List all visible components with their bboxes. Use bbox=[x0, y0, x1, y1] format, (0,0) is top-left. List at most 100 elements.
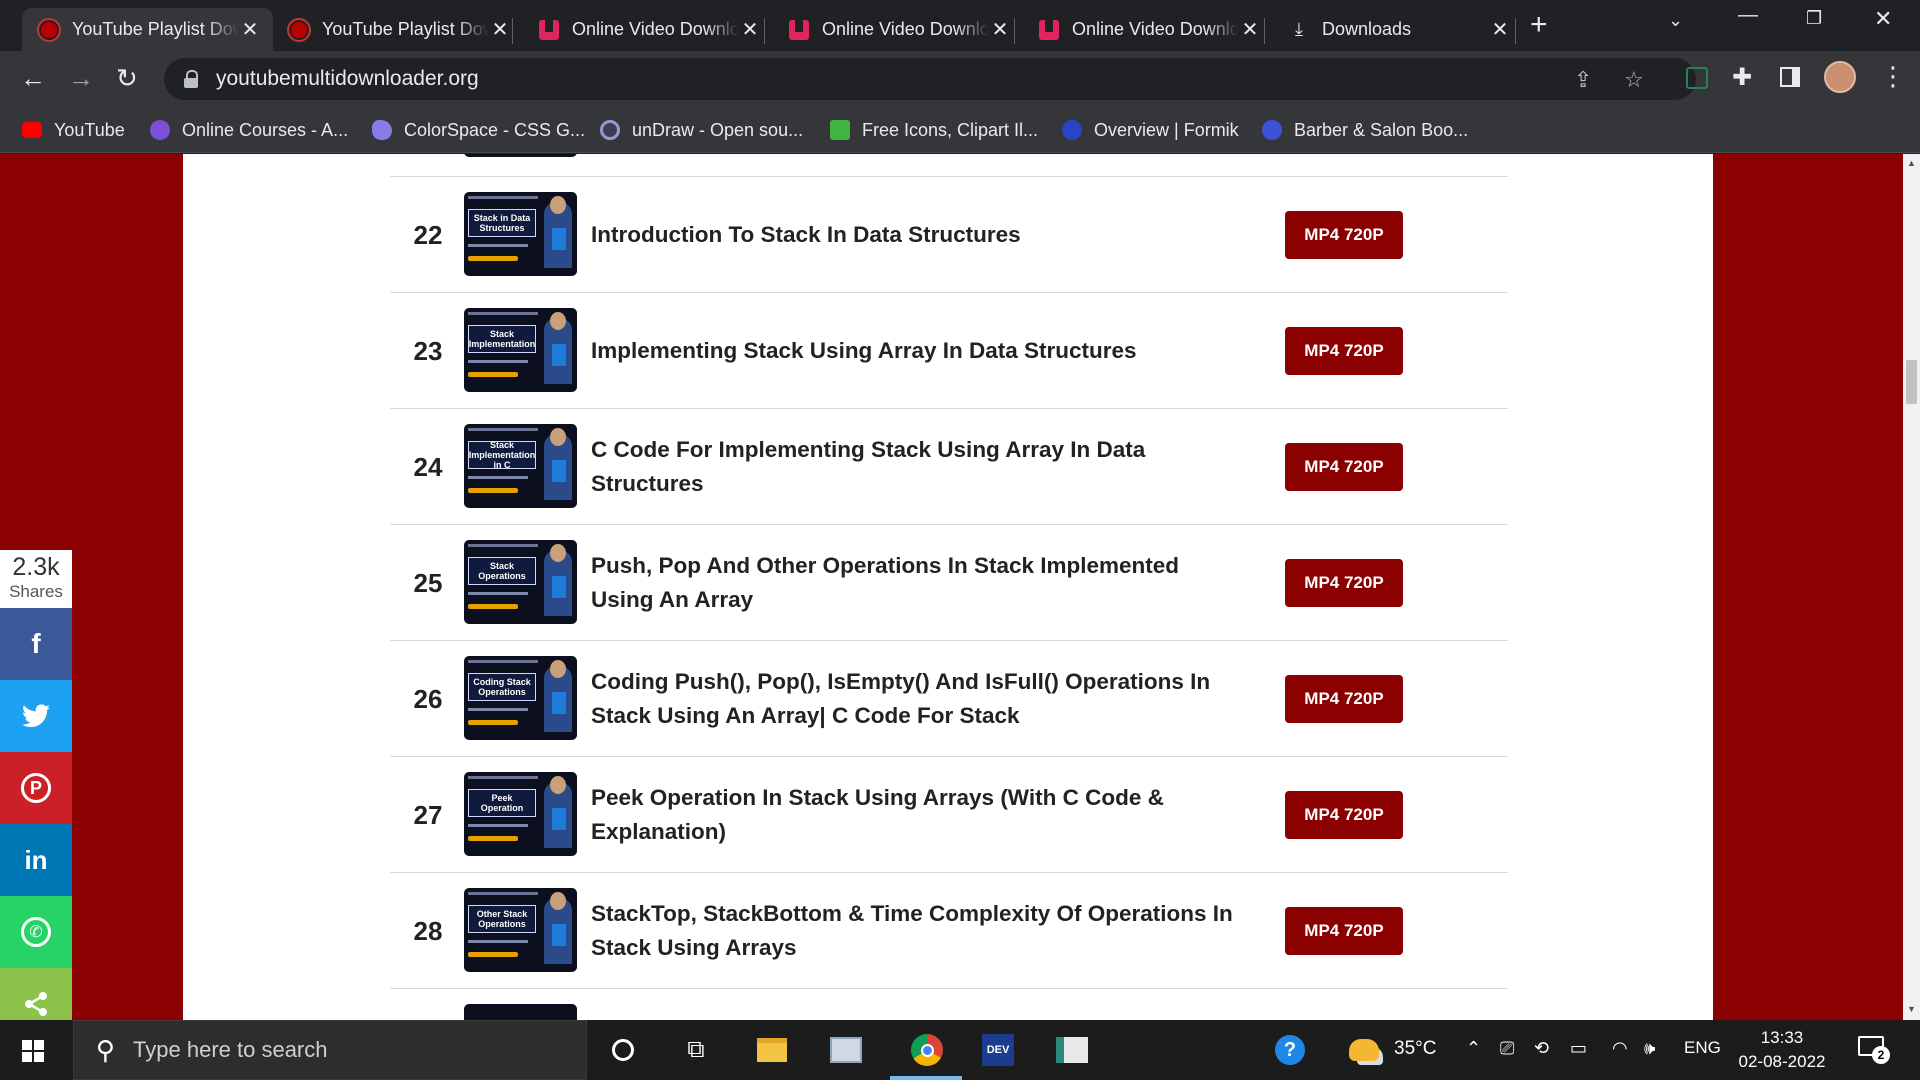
more-share-button[interactable] bbox=[0, 968, 72, 1020]
address-bar[interactable]: youtubemultidownloader.org ⇪ ☆ bbox=[164, 58, 1696, 100]
close-tab-icon[interactable]: ✕ bbox=[489, 17, 511, 42]
mp4-720p-button[interactable]: MP4 720P bbox=[1285, 675, 1403, 723]
search-icon: ⚲ bbox=[96, 1034, 116, 1065]
mp4-720p-button[interactable]: MP4 720P bbox=[1285, 327, 1403, 375]
tab-4[interactable]: Online Video Downloader ✕ bbox=[1022, 8, 1273, 51]
extensions-puzzle-icon[interactable]: ✚ bbox=[1732, 63, 1752, 92]
scroll-down-arrow-icon[interactable]: ▼ bbox=[1907, 1004, 1916, 1014]
close-tab-icon[interactable]: ✕ bbox=[739, 17, 761, 42]
close-tab-icon[interactable]: ✕ bbox=[1489, 17, 1511, 42]
forward-button[interactable]: → bbox=[68, 63, 94, 93]
thumbnail-caption: Other Stack Operations bbox=[468, 905, 536, 933]
video-thumbnail[interactable]: Other Stack Operations bbox=[464, 888, 577, 972]
help-icon[interactable]: ? bbox=[1270, 1030, 1310, 1070]
video-number: 28 bbox=[413, 915, 443, 946]
bookmark-barber-salon[interactable]: Barber & Salon Boo... bbox=[1262, 114, 1468, 146]
video-thumbnail[interactable] bbox=[464, 154, 577, 157]
volume-icon[interactable]: 🕪 bbox=[1644, 1038, 1655, 1059]
weather-temperature[interactable]: 35°C bbox=[1394, 1038, 1436, 1060]
share-page-icon[interactable]: ⇪ bbox=[1574, 67, 1592, 93]
system-clock[interactable]: 13:33 02-08-2022 bbox=[1730, 1026, 1834, 1074]
file-explorer-icon[interactable] bbox=[752, 1030, 792, 1070]
mp4-720p-button[interactable]: MP4 720P bbox=[1285, 211, 1403, 259]
cortana-icon[interactable] bbox=[603, 1030, 643, 1070]
bookmark-free-icons[interactable]: Free Icons, Clipart Il... bbox=[830, 114, 1038, 146]
bookmark-label: YouTube bbox=[54, 119, 125, 140]
tab-divider bbox=[1014, 18, 1015, 44]
input-language[interactable]: ENG bbox=[1684, 1038, 1721, 1058]
back-button[interactable]: ← bbox=[20, 63, 46, 93]
linkedin-share-button[interactable]: in bbox=[0, 824, 72, 896]
notification-count: 2 bbox=[1872, 1046, 1890, 1064]
wifi-icon[interactable]: ◠ bbox=[1612, 1038, 1628, 1059]
side-panel-icon[interactable] bbox=[1780, 67, 1800, 87]
page-scrollbar[interactable]: ▲ ▼ bbox=[1903, 154, 1920, 1020]
show-hidden-icons-icon[interactable]: ⌃ bbox=[1466, 1038, 1481, 1059]
notification-center-icon[interactable]: 2 bbox=[1858, 1034, 1890, 1064]
video-downloader-icon bbox=[1038, 19, 1060, 41]
twitter-share-button[interactable] bbox=[0, 680, 72, 752]
bookmark-youtube[interactable]: YouTube bbox=[22, 114, 125, 146]
tab-title: Online Video Downloader bbox=[822, 19, 989, 39]
video-downloader-icon bbox=[538, 19, 560, 41]
url-text[interactable]: youtubemultidownloader.org bbox=[216, 67, 479, 91]
bookmark-online-courses[interactable]: Online Courses - A... bbox=[150, 114, 348, 146]
mp4-720p-button[interactable]: MP4 720P bbox=[1285, 907, 1403, 955]
mp4-720p-button[interactable]: MP4 720P bbox=[1285, 791, 1403, 839]
minimize-button[interactable]: — bbox=[1738, 4, 1758, 27]
facebook-share-button[interactable]: f bbox=[0, 608, 72, 680]
active-app-indicator bbox=[890, 1076, 962, 1080]
cloud-sync-icon[interactable]: ⟲ bbox=[1534, 1038, 1549, 1059]
tab-divider bbox=[1515, 18, 1516, 44]
restore-button[interactable]: ❐ bbox=[1806, 8, 1822, 29]
bookmark-formik[interactable]: Overview | Formik bbox=[1062, 114, 1239, 146]
close-window-button[interactable]: ✕ bbox=[1874, 6, 1892, 32]
tab-3[interactable]: Online Video Downloader ✕ bbox=[772, 8, 1023, 51]
mp4-720p-button[interactable]: MP4 720P bbox=[1285, 559, 1403, 607]
windows-start-icon[interactable] bbox=[22, 1040, 44, 1062]
extension-icon[interactable] bbox=[1686, 67, 1708, 89]
tab-5[interactable]: ⤓ Downloads ✕ bbox=[1272, 8, 1523, 51]
menu-icon[interactable]: ⋮ bbox=[1880, 61, 1906, 91]
system-monitor-icon[interactable] bbox=[826, 1030, 866, 1070]
tab-0[interactable]: YouTube Playlist Downloader ✕ bbox=[22, 8, 273, 51]
tab-search-icon[interactable]: ⌄ bbox=[1668, 10, 1683, 31]
video-thumbnail[interactable]: Peek Operation bbox=[464, 772, 577, 856]
video-thumbnail[interactable]: Stack Operations bbox=[464, 540, 577, 624]
mp4-720p-button[interactable]: MP4 720P bbox=[1285, 443, 1403, 491]
video-thumbnail[interactable] bbox=[464, 1004, 577, 1020]
meet-now-icon[interactable]: ⎚ bbox=[1500, 1038, 1514, 1059]
video-thumbnail[interactable]: Coding Stack Operations bbox=[464, 656, 577, 740]
tab-1[interactable]: YouTube Playlist Downloader ✕ bbox=[272, 8, 523, 51]
avatar[interactable] bbox=[1824, 61, 1856, 93]
dev-cpp-icon[interactable]: DEV bbox=[978, 1030, 1018, 1070]
close-tab-icon[interactable]: ✕ bbox=[239, 17, 261, 42]
tab-title: YouTube Playlist Downloader bbox=[72, 19, 239, 39]
chrome-icon[interactable] bbox=[904, 1030, 950, 1070]
task-view-icon[interactable]: ⧉ bbox=[676, 1030, 716, 1070]
new-tab-button[interactable]: + bbox=[1530, 10, 1548, 40]
bookmark-colorspace[interactable]: ColorSpace - CSS G... bbox=[372, 114, 585, 146]
twitter-icon bbox=[22, 704, 50, 728]
close-tab-icon[interactable]: ✕ bbox=[989, 17, 1011, 42]
close-tab-icon[interactable]: ✕ bbox=[1239, 17, 1261, 42]
bookmark-label: Overview | Formik bbox=[1094, 119, 1239, 140]
video-thumbnail[interactable]: Stack in Data Structures bbox=[464, 192, 577, 276]
bookmark-star-icon[interactable]: ☆ bbox=[1624, 67, 1644, 93]
whatsapp-share-button[interactable]: ✆ bbox=[0, 896, 72, 968]
pinterest-share-button[interactable]: P bbox=[0, 752, 72, 824]
video-thumbnail[interactable]: Stack Implementation bbox=[464, 308, 577, 392]
scroll-up-arrow-icon[interactable]: ▲ bbox=[1907, 158, 1916, 168]
video-thumbnail[interactable]: Stack Implementation in C bbox=[464, 424, 577, 508]
lock-icon[interactable] bbox=[184, 70, 198, 88]
taskbar-search-input[interactable]: ⚲ Type here to search bbox=[73, 1020, 587, 1080]
list-item: 25 Stack Operations Push, Pop And Other … bbox=[390, 525, 1508, 641]
weather-icon[interactable] bbox=[1344, 1030, 1384, 1070]
reload-button[interactable]: ↻ bbox=[116, 63, 138, 93]
battery-icon[interactable]: ▭ bbox=[1570, 1038, 1587, 1059]
scrollbar-thumb[interactable] bbox=[1906, 360, 1917, 404]
share-icon bbox=[25, 992, 47, 1016]
bookmark-undraw[interactable]: unDraw - Open sou... bbox=[600, 114, 803, 146]
app-window-icon[interactable] bbox=[1052, 1030, 1092, 1070]
tab-2[interactable]: Online Video Downloader ✕ bbox=[522, 8, 773, 51]
